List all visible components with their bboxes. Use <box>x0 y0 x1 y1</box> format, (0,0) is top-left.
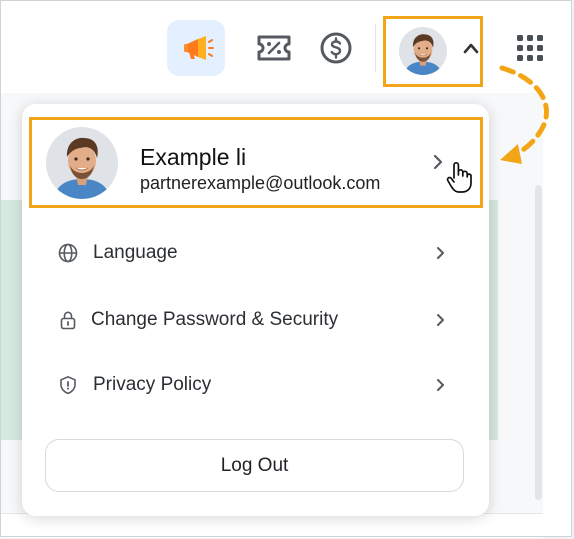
screenshot-frame <box>0 0 572 537</box>
